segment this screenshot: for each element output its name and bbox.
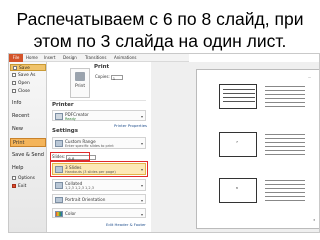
- printer-select[interactable]: PDFCreator Ready ▾: [52, 110, 146, 121]
- range-subtitle: Enter specific slides to print: [65, 144, 114, 148]
- menu-save-send[interactable]: Save & Send: [10, 151, 46, 160]
- close-file-icon: [12, 88, 16, 93]
- slide-thumbnail-7: 7: [219, 132, 257, 157]
- print-button-label: Print: [74, 84, 86, 89]
- color-label: Color: [65, 211, 76, 216]
- title-line-1: Распечатываем с 6 по 8 слайд, при: [16, 9, 304, 29]
- chevron-down-icon: ▾: [140, 212, 143, 217]
- ribbon-tabs: File Home Insert Design Transitions Anim…: [9, 54, 189, 62]
- slides-highlight: [50, 152, 90, 161]
- portrait-icon: [55, 197, 63, 203]
- menu-info[interactable]: Info: [10, 99, 46, 108]
- thumb-number: 7: [236, 140, 238, 144]
- open-folder-icon: [12, 80, 16, 85]
- thumb-text-line: [223, 93, 255, 94]
- color-icon: [55, 211, 63, 217]
- copies-input[interactable]: 1: [110, 74, 123, 81]
- thumb-text-line: [223, 89, 255, 90]
- printer-properties-link[interactable]: Printer Properties: [114, 123, 147, 128]
- page-header-date: —: [308, 75, 311, 79]
- printer-icon: [75, 72, 85, 81]
- save-icon: [13, 65, 17, 70]
- custom-range-icon: [55, 140, 63, 147]
- notes-lines-1: [265, 86, 305, 110]
- notes-lines-3: [265, 180, 305, 204]
- menu-save[interactable]: Save: [10, 64, 46, 71]
- menu-save-as[interactable]: Save As: [10, 72, 46, 79]
- chevron-down-icon: ▾: [140, 114, 143, 119]
- tab-file[interactable]: File: [9, 54, 23, 62]
- notes-lines-2: [265, 134, 305, 158]
- tab-animations[interactable]: Animations: [113, 55, 137, 61]
- menu-new[interactable]: New: [10, 125, 46, 134]
- printer-status: Ready: [65, 117, 76, 121]
- slide-thumbnail-6: [219, 84, 257, 109]
- thumb-text-line: [223, 101, 255, 102]
- printer-device-icon: [55, 113, 63, 120]
- chevron-down-icon: ▾: [140, 183, 143, 188]
- backstage-menu: Save Save As Open Close Info Recent New …: [9, 62, 47, 232]
- divider: [50, 100, 146, 101]
- page-number: 3: [313, 218, 315, 222]
- tab-design[interactable]: Design: [62, 55, 78, 61]
- menu-options[interactable]: Options: [10, 175, 46, 182]
- collated-icon: [55, 182, 63, 189]
- menu-help[interactable]: Help: [10, 164, 46, 173]
- save-as-icon: [12, 72, 16, 77]
- copies-label: Copies:: [95, 74, 110, 79]
- preview-page: — 7 8 3: [196, 69, 319, 229]
- tab-home[interactable]: Home: [25, 55, 39, 61]
- settings-header: Settings: [52, 128, 78, 134]
- options-icon: [12, 175, 16, 180]
- exit-icon: [12, 183, 16, 188]
- layout-highlight: [50, 161, 148, 177]
- slide-thumbnail-8: 8: [219, 178, 257, 203]
- powerpoint-screenshot: File Home Insert Design Transitions Anim…: [8, 53, 320, 233]
- tab-transitions[interactable]: Transitions: [84, 55, 107, 61]
- orientation-label: Portrait Orientation: [65, 197, 106, 202]
- menu-close[interactable]: Close: [10, 88, 46, 95]
- print-preview: — 7 8 3: [151, 62, 319, 232]
- print-settings-pane: Print Print Copies: 1 Printer PDFCreator …: [48, 62, 150, 232]
- copies-control: Copies: 1: [95, 74, 123, 81]
- slide-title: Распечатываем с 6 по 8 слайд, при этом п…: [0, 8, 320, 52]
- menu-exit[interactable]: Exit: [10, 183, 46, 190]
- printer-header: Printer: [52, 102, 74, 108]
- thumb-number: 8: [236, 186, 238, 190]
- orientation-select[interactable]: Portrait Orientation ▾: [52, 194, 146, 204]
- collation-select[interactable]: Collated 1,2,3 1,2,3 1,2,3 ▾: [52, 179, 146, 191]
- collated-subtitle: 1,2,3 1,2,3 1,2,3: [65, 186, 94, 190]
- print-header: Print: [94, 64, 110, 70]
- color-select[interactable]: Color ▾: [52, 208, 146, 218]
- tab-insert[interactable]: Insert: [43, 55, 56, 61]
- chevron-down-icon: ▾: [140, 198, 143, 203]
- print-button[interactable]: Print: [70, 68, 90, 98]
- menu-recent[interactable]: Recent: [10, 112, 46, 121]
- print-range-select[interactable]: Custom Range Enter specific slides to pr…: [52, 137, 146, 149]
- title-line-2: этом по 3 слайда на один лист.: [33, 31, 287, 51]
- menu-print[interactable]: Print: [10, 138, 46, 147]
- edit-header-footer-link[interactable]: Edit Header & Footer: [106, 222, 146, 227]
- thumb-text-line: [223, 97, 255, 98]
- menu-open[interactable]: Open: [10, 80, 46, 87]
- chevron-down-icon: ▾: [140, 141, 143, 146]
